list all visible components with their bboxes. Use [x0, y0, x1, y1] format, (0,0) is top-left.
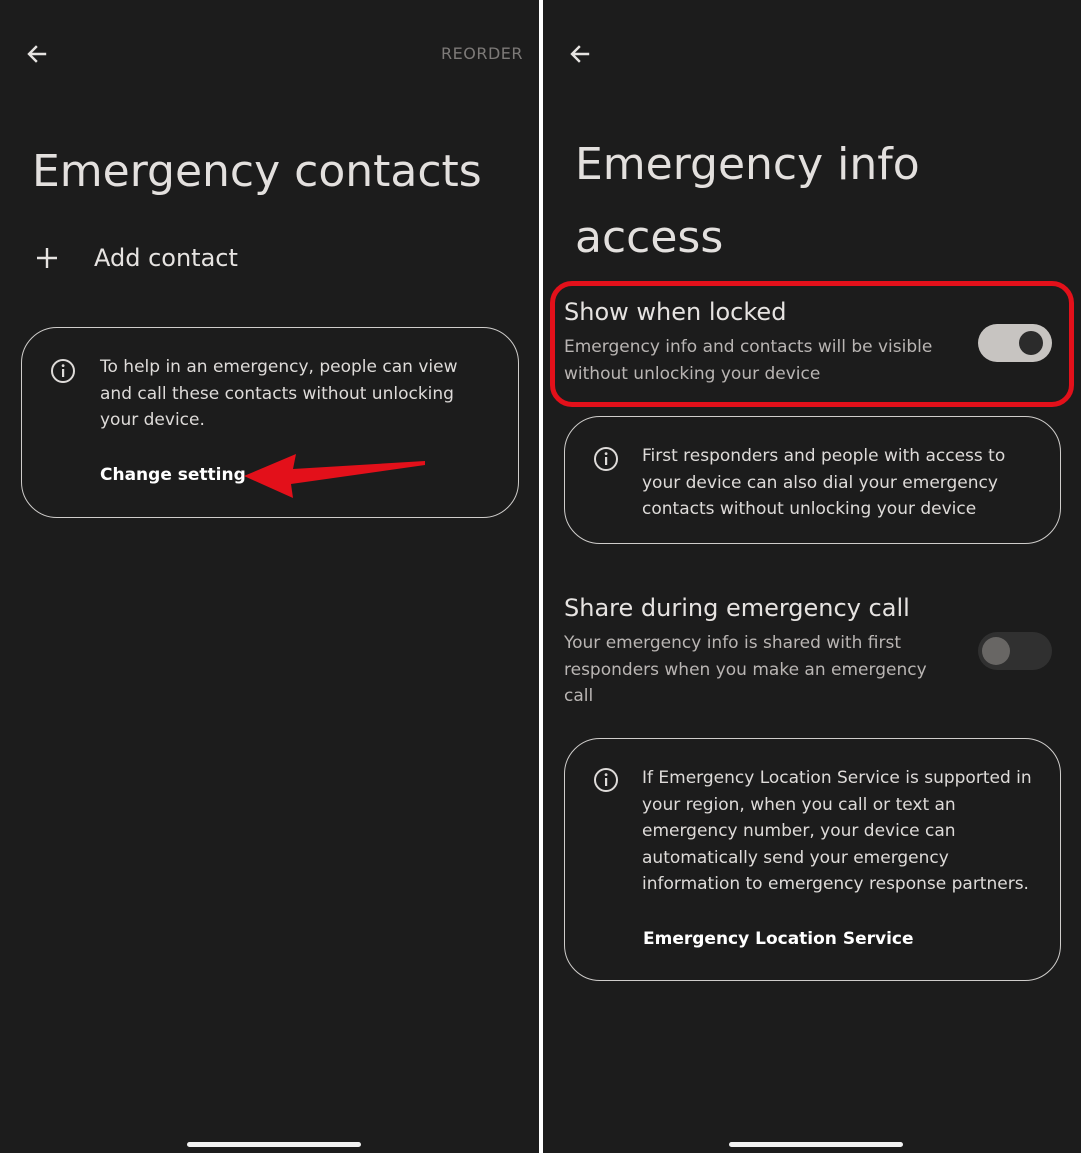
- toggle-thumb: [982, 637, 1010, 665]
- home-indicator: [187, 1142, 361, 1147]
- emergency-info-access-screen: Emergency info access Show when locked E…: [543, 0, 1081, 1153]
- info-icon: [51, 359, 75, 383]
- back-button[interactable]: [19, 36, 55, 72]
- plus-icon: [37, 248, 57, 268]
- show-when-locked-subtitle: Emergency info and contacts will be visi…: [564, 337, 933, 384]
- toggle-thumb: [1019, 331, 1043, 355]
- info-card-text: To help in an emergency, people can view…: [100, 357, 458, 430]
- reorder-button[interactable]: REORDER: [441, 44, 523, 63]
- page-title: Emergency info access: [575, 139, 920, 263]
- share-during-call-title: Share during emergency call: [564, 594, 910, 622]
- show-when-locked-toggle[interactable]: [978, 324, 1052, 362]
- emergency-location-service-link[interactable]: Emergency Location Service: [643, 929, 914, 949]
- responders-card-text: First responders and people with access …: [642, 446, 1006, 519]
- change-setting-link[interactable]: Change setting: [100, 465, 246, 485]
- home-indicator: [729, 1142, 903, 1147]
- emergency-contacts-screen: REORDER Emergency contacts Add contact T…: [0, 0, 539, 1153]
- annotation-arrow: [244, 454, 425, 498]
- share-during-call-subtitle: Your emergency info is shared with first…: [564, 633, 927, 706]
- share-during-call-toggle[interactable]: [978, 632, 1052, 670]
- els-info-card: If Emergency Location Service is support…: [564, 738, 1061, 981]
- add-contact-button[interactable]: Add contact: [34, 236, 238, 280]
- page-title: Emergency contacts: [32, 146, 482, 197]
- info-icon: [594, 447, 618, 471]
- add-contact-label: Add contact: [94, 244, 238, 272]
- info-icon: [594, 768, 618, 792]
- back-button[interactable]: [562, 36, 598, 72]
- back-arrow-icon: [570, 45, 590, 63]
- els-card-text: If Emergency Location Service is support…: [642, 768, 1032, 894]
- back-arrow-icon: [27, 45, 47, 63]
- show-when-locked-title: Show when locked: [564, 298, 787, 326]
- responders-info-card: First responders and people with access …: [564, 416, 1061, 544]
